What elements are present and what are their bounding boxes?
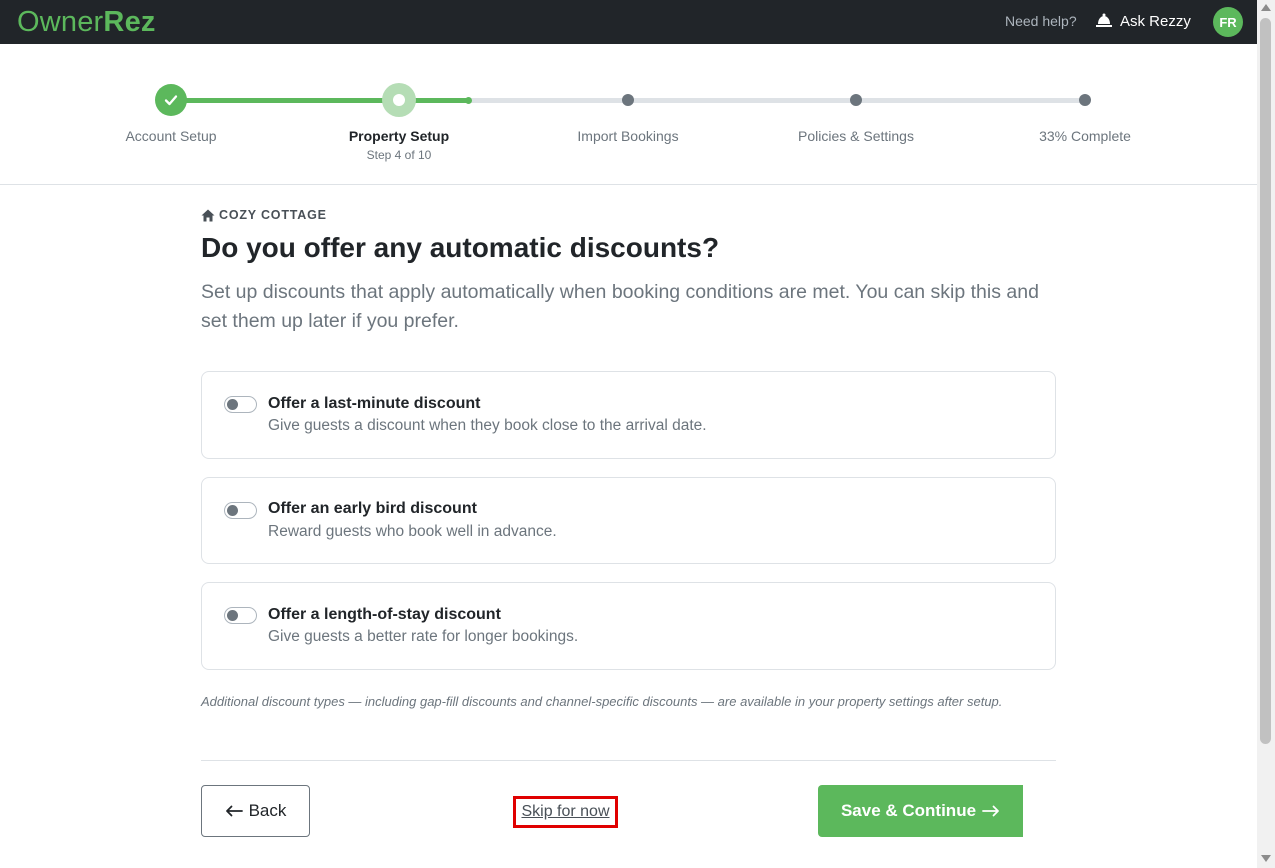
setup-progress-stepper: Account Setup Property Setup Step 4 of 1…	[0, 44, 1257, 185]
ask-rezzy-label: Ask Rezzy	[1120, 12, 1191, 30]
option-title: Offer a last-minute discount	[268, 395, 481, 412]
back-button[interactable]: Back	[201, 785, 310, 837]
page-title: Do you offer any automatic discounts?	[201, 232, 720, 263]
discount-option-length-of-stay[interactable]: Offer a length-of-stay discount Give gue…	[201, 582, 1056, 670]
property-name: COZY COTTAGE	[219, 208, 327, 222]
page-scrollbar[interactable]	[1257, 0, 1275, 868]
scroll-down-arrow-icon[interactable]	[1261, 855, 1271, 862]
save-label: Save & Continue	[840, 801, 977, 820]
option-title: Offer an early bird discount	[268, 500, 477, 517]
scroll-up-arrow-icon[interactable]	[1261, 4, 1271, 11]
skip-for-now-link[interactable]: Skip for now	[513, 796, 618, 828]
option-description: Give guests a discount when they book cl…	[268, 417, 707, 434]
step-done-node	[155, 84, 187, 116]
option-title: Offer a length-of-stay discount	[268, 606, 501, 623]
step-current-node	[382, 83, 416, 117]
step-upcoming-node	[622, 94, 634, 106]
logo-rez-text: Rez	[103, 6, 156, 38]
home-icon	[201, 209, 215, 221]
step-upcoming-node	[850, 94, 862, 106]
additional-discounts-note: Additional discount types — including ga…	[201, 694, 1003, 709]
need-help-link[interactable]: Need help?	[1005, 13, 1077, 29]
user-avatar[interactable]: FR	[1213, 7, 1243, 37]
step-label-import-bookings: Import Bookings	[577, 128, 679, 144]
step-counter: Step 4 of 10	[366, 148, 432, 162]
ownerrez-logo[interactable]: OwnerRez	[17, 5, 156, 39]
page-subtitle: Set up discounts that apply automaticall…	[201, 281, 1039, 332]
last-minute-toggle[interactable]	[224, 396, 257, 413]
step-label-percent-complete: 33% Complete	[1039, 128, 1131, 144]
step-label-property-setup: Property Setup	[348, 128, 450, 144]
discount-option-last-minute[interactable]: Offer a last-minute discount Give guests…	[201, 371, 1056, 459]
length-of-stay-toggle[interactable]	[224, 607, 257, 624]
hand-bell-icon	[1096, 13, 1112, 27]
top-navbar: OwnerRez Need help? Ask Rezzy FR	[0, 0, 1257, 44]
option-description: Reward guests who book well in advance.	[268, 523, 557, 540]
progress-fill	[171, 98, 469, 103]
logo-owner-text: Owner	[17, 6, 104, 38]
early-bird-toggle[interactable]	[224, 502, 257, 519]
step-upcoming-node	[1079, 94, 1091, 106]
back-label: Back	[248, 801, 287, 820]
arrow-right-icon	[982, 805, 999, 817]
check-icon	[164, 95, 178, 106]
step-label-policies-settings: Policies & Settings	[798, 128, 914, 144]
ask-rezzy-button[interactable]: Ask Rezzy	[1094, 11, 1191, 31]
scrollbar-thumb[interactable]	[1260, 18, 1271, 744]
divider	[201, 760, 1056, 761]
discount-option-early-bird[interactable]: Offer an early bird discount Reward gues…	[201, 477, 1056, 564]
save-continue-button[interactable]: Save & Continue	[818, 785, 1023, 837]
step-label-account-setup: Account Setup	[125, 128, 217, 144]
property-breadcrumb: COZY COTTAGE	[201, 208, 327, 222]
progress-fill-end	[465, 97, 472, 104]
arrow-left-icon	[225, 805, 243, 817]
option-description: Give guests a better rate for longer boo…	[268, 628, 579, 645]
